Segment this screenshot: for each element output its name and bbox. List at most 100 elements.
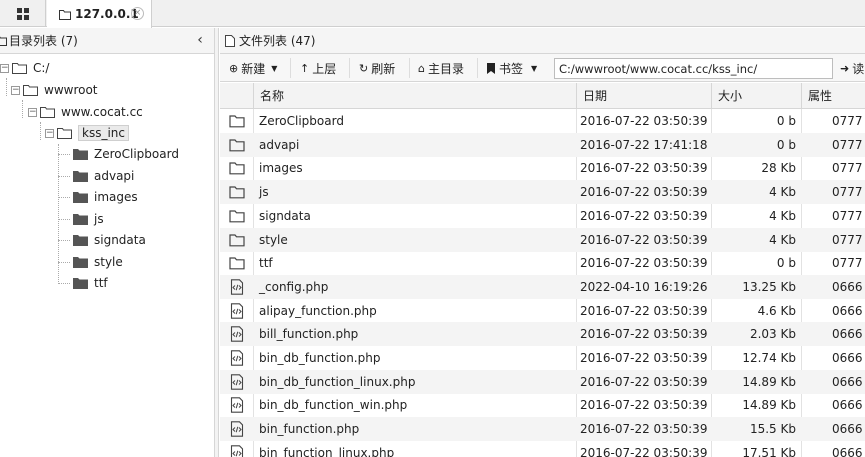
tab-bar: 127.0.0.1 × bbox=[0, 0, 865, 28]
table-row[interactable]: advapi 2016-07-22 17:41:18 0 b 0777 bbox=[220, 132, 865, 157]
file-size: 2.03 Kb bbox=[749, 327, 796, 342]
tree-node-kss-inc[interactable]: − kss_inc bbox=[45, 123, 129, 143]
file-name: bill_function.php bbox=[259, 327, 359, 342]
tree-node-label: ttf bbox=[94, 276, 108, 290]
file-name: ttf bbox=[259, 256, 273, 271]
table-row[interactable]: style 2016-07-22 03:50:39 4 Kb 0777 bbox=[220, 227, 865, 252]
grid-menu-button[interactable] bbox=[0, 0, 46, 27]
caret-down-icon: ▼ bbox=[271, 63, 278, 73]
code-file-icon bbox=[230, 279, 244, 295]
table-row[interactable]: ttf 2016-07-22 03:50:39 0 b 0777 bbox=[220, 251, 865, 275]
tree-node-child[interactable]: images bbox=[73, 187, 138, 207]
collapse-node-icon[interactable]: − bbox=[28, 107, 37, 117]
file-date: 2016-07-22 03:50:39 bbox=[580, 185, 708, 200]
folder-icon bbox=[73, 170, 88, 182]
tab-close-icon[interactable]: × bbox=[131, 7, 144, 20]
file-size: 4.6 Kb bbox=[757, 303, 796, 318]
tree-node-label: kss_inc bbox=[78, 125, 129, 141]
collapse-node-icon[interactable]: − bbox=[45, 128, 54, 138]
new-button-label: 新建 bbox=[241, 61, 266, 76]
folder-icon bbox=[0, 36, 7, 46]
tree-node-child[interactable]: advapi bbox=[73, 166, 134, 186]
panel-splitter[interactable] bbox=[214, 28, 219, 457]
tree-node-label: advapi bbox=[94, 168, 135, 183]
file-date: 2016-07-22 03:50:39 bbox=[580, 256, 708, 271]
file-attr: 0777 bbox=[832, 232, 863, 247]
tree-node-child[interactable]: signdata bbox=[73, 230, 146, 250]
go-button[interactable]: ➜ 读 bbox=[840, 58, 864, 78]
folder-icon bbox=[229, 210, 245, 223]
file-name: bin_function.php bbox=[259, 422, 360, 437]
column-header-attr[interactable]: 属性 bbox=[801, 83, 865, 109]
table-row[interactable]: bin_db_function.php 2016-07-22 03:50:39 12… bbox=[220, 346, 865, 370]
arrow-up-icon: ↑ bbox=[300, 61, 310, 75]
table-row[interactable]: alipay_function.php 2016-07-22 03:50:39 4.… bbox=[220, 299, 865, 323]
refresh-button-label: 刷新 bbox=[371, 61, 396, 76]
toolbar-separator bbox=[409, 58, 410, 78]
table-row[interactable]: ZeroClipboard 2016-07-22 03:50:39 0 b 0777 bbox=[220, 109, 865, 133]
table-row[interactable]: bin_db_function_linux.php 2016-07-22 03:5… bbox=[220, 369, 865, 394]
file-date: 2016-07-22 03:50:39 bbox=[580, 114, 708, 128]
refresh-icon: ↻ bbox=[359, 61, 369, 75]
file-attr: 0777 bbox=[832, 161, 863, 176]
collapse-node-icon[interactable]: − bbox=[11, 85, 20, 95]
file-manager-window: 127.0.0.1 × 目录列表 (7) ‹ − C:/ − wwwroot −… bbox=[0, 0, 865, 457]
table-row[interactable]: js 2016-07-22 03:50:39 4 Kb 0777 bbox=[220, 180, 865, 205]
file-size: 0 b bbox=[776, 137, 796, 152]
table-row[interactable]: bill_function.php 2016-07-22 03:50:39 2.03… bbox=[220, 322, 865, 347]
file-date: 2016-07-22 03:50:39 bbox=[580, 161, 708, 176]
file-name: bin_db_function.php bbox=[259, 351, 381, 365]
new-button[interactable]: ⊕ 新建 ▼ bbox=[229, 58, 277, 78]
file-size: 13.25 Kb bbox=[742, 279, 796, 294]
directory-panel: 目录列表 (7) ‹ − C:/ − wwwroot − www.cocat.c… bbox=[0, 28, 214, 457]
bookmark-icon bbox=[487, 62, 495, 74]
tree-node-wwwroot[interactable]: − wwwroot bbox=[11, 80, 98, 100]
tree-node-root[interactable]: − C:/ bbox=[0, 58, 49, 78]
code-file-icon bbox=[230, 326, 244, 343]
tree-node-child[interactable]: ttf bbox=[73, 273, 108, 293]
column-header-size[interactable]: 大小 bbox=[711, 83, 801, 109]
grid-icon bbox=[16, 7, 29, 20]
table-row[interactable]: bin_function.php 2016-07-22 03:50:39 15.5 … bbox=[220, 417, 865, 442]
folder-icon bbox=[229, 139, 245, 152]
refresh-button[interactable]: ↻ 刷新 bbox=[359, 58, 395, 78]
tree-node-site[interactable]: − www.cocat.cc bbox=[28, 102, 143, 122]
file-name: style bbox=[259, 232, 288, 247]
tree-guide bbox=[40, 122, 41, 140]
folder-icon bbox=[73, 256, 88, 268]
table-row[interactable]: bin_function_linux.php 2016-07-22 03:50:3… bbox=[220, 441, 865, 457]
path-input[interactable] bbox=[554, 58, 833, 79]
table-row[interactable]: images 2016-07-22 03:50:39 28 Kb 0777 bbox=[220, 156, 865, 180]
file-attr: 0777 bbox=[832, 208, 863, 223]
code-file-icon bbox=[230, 302, 244, 319]
folder-icon bbox=[229, 233, 245, 246]
file-date: 2016-07-22 03:50:39 bbox=[580, 327, 708, 342]
table-row[interactable]: bin_db_function_win.php 2016-07-22 03:50:… bbox=[220, 393, 865, 417]
table-row[interactable]: _config.php 2022-04-10 16:19:26 13.25 Kb 06… bbox=[220, 274, 865, 299]
tree-guide bbox=[58, 197, 70, 198]
file-panel: 文件列表 (47) ⊕ 新建 ▼ ↑ 上层 ↻ 刷新 ⌂ 主目录 书签 ▼ C:… bbox=[220, 28, 865, 457]
up-button[interactable]: ↑ 上层 bbox=[300, 58, 336, 78]
column-header-date[interactable]: 日期 bbox=[576, 83, 711, 109]
tree-node-child[interactable]: js bbox=[73, 209, 104, 229]
column-header-name[interactable]: 名称 bbox=[253, 83, 576, 109]
tree-guide bbox=[58, 154, 70, 155]
folder-icon bbox=[73, 213, 88, 225]
grid-header: 名称 日期 大小 属性 bbox=[220, 83, 865, 109]
home-button[interactable]: ⌂ 主目录 bbox=[418, 58, 464, 78]
directory-panel-header: 目录列表 (7) ‹ bbox=[0, 28, 214, 54]
tree-node-child[interactable]: ZeroClipboard bbox=[73, 144, 179, 164]
collapse-panel-icon[interactable]: ‹ bbox=[192, 32, 208, 48]
table-row[interactable]: signdata 2016-07-22 03:50:39 4 Kb 0777 bbox=[220, 204, 865, 228]
file-date: 2016-07-22 03:50:39 bbox=[580, 374, 708, 389]
bookmark-button[interactable]: 书签 ▼ bbox=[487, 58, 537, 78]
tree-guide bbox=[58, 240, 70, 241]
folder-icon bbox=[229, 162, 245, 175]
file-size: 4 Kb bbox=[769, 208, 796, 223]
tab-host[interactable]: 127.0.0.1 × bbox=[47, 0, 152, 28]
file-name: _config.php bbox=[259, 279, 329, 294]
tree-node-child[interactable]: style bbox=[73, 252, 123, 272]
file-date: 2016-07-22 03:50:39 bbox=[580, 351, 708, 365]
collapse-node-icon[interactable]: − bbox=[0, 63, 9, 73]
folder-icon bbox=[73, 235, 88, 246]
